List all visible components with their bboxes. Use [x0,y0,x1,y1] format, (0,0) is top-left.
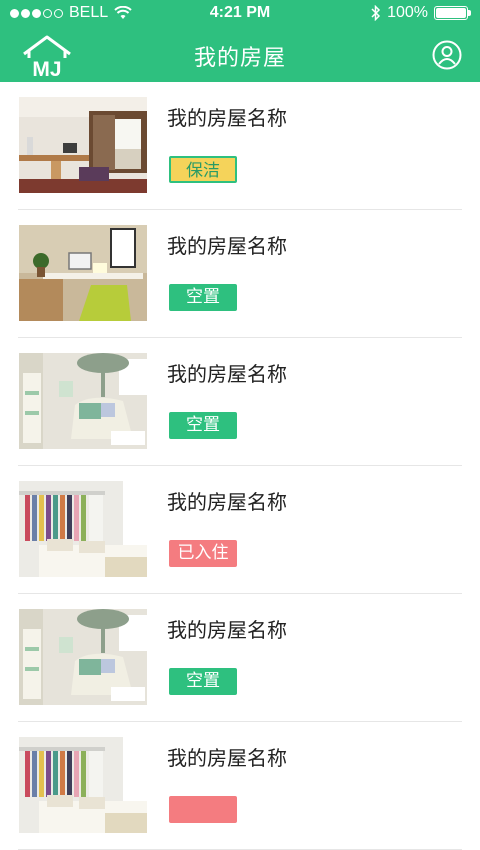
status-badge-clean: 保洁 [169,156,237,183]
house-list-item[interactable]: 我的房屋名称 空置 [18,338,462,466]
app-header: BELL 4:21 PM 100% MJ 我的房屋 [0,0,480,82]
house-name: 我的房屋名称 [167,746,287,770]
house-list-item[interactable]: 我的房屋名称 空置 [18,594,462,722]
nav-bar: MJ 我的房屋 [0,28,480,82]
house-thumbnail-bedroom [19,481,147,577]
status-badge-vacant: 空置 [169,668,237,695]
house-list-item[interactable]: 我的房屋名称 已入住 [18,466,462,594]
house-list-item[interactable]: 我的房屋名称 保洁 [18,82,462,210]
house-thumbnail-bedroom [19,737,147,833]
status-badge-occupied [169,796,237,823]
house-list-item[interactable]: 我的房屋名称 空置 [18,210,462,338]
page-title: 我的房屋 [193,46,286,71]
user-profile-icon[interactable] [432,40,462,70]
house-thumbnail-study [19,97,147,193]
house-name: 我的房屋名称 [167,490,287,514]
house-name: 我的房屋名称 [167,106,287,130]
status-bar: BELL 4:21 PM 100% [0,0,480,28]
battery-percent: 100% [387,4,428,21]
house-name: 我的房屋名称 [167,618,287,642]
house-list: 我的房屋名称 保洁 我的房屋名称 空置 我的房屋名称 空置 我的房屋名称 已入住… [0,82,480,850]
house-list-item[interactable]: 我的房屋名称 [18,722,462,850]
battery-level [436,8,466,18]
house-thumbnail-living-room [19,353,147,449]
status-badge-vacant: 空置 [169,284,237,311]
house-name: 我的房屋名称 [167,362,287,386]
status-badge-vacant: 空置 [169,412,237,439]
house-name: 我的房屋名称 [167,234,287,258]
battery-icon [434,6,471,20]
status-right: 100% [371,4,471,22]
house-thumbnail-living-room [19,609,147,705]
house-thumbnail-office [19,225,147,321]
status-badge-occupied: 已入住 [169,540,237,567]
bluetooth-icon [371,5,381,21]
